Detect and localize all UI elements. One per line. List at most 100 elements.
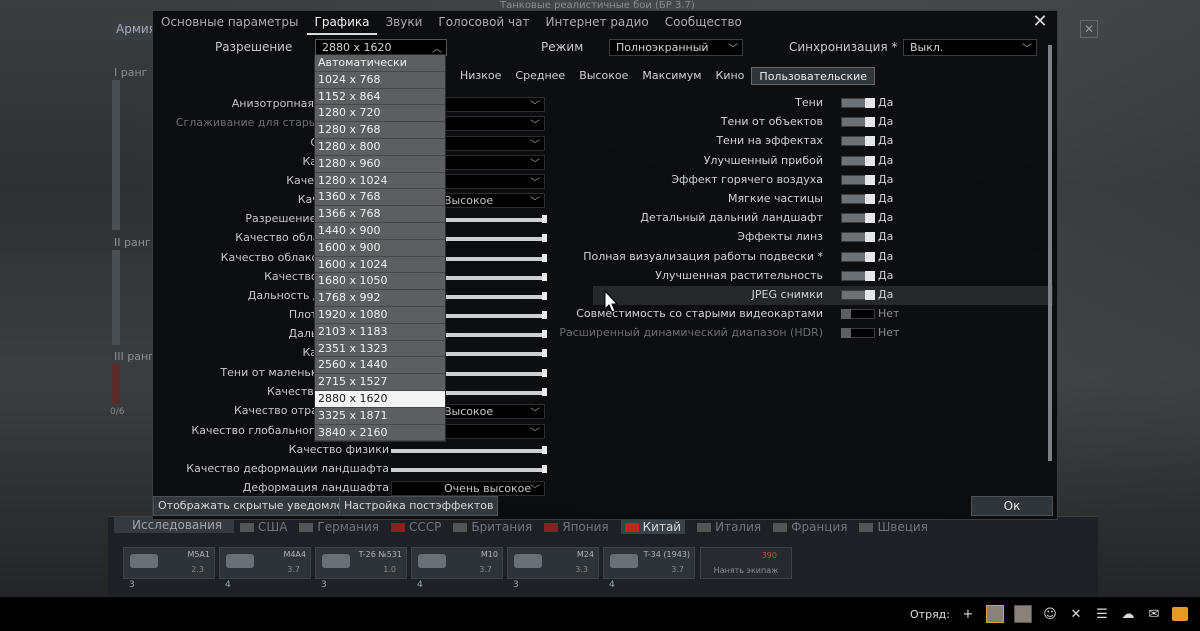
toggle-switch[interactable] — [841, 232, 875, 243]
toggle-switch[interactable] — [841, 213, 875, 224]
scrollbar[interactable] — [1048, 45, 1052, 461]
slider-handle[interactable] — [542, 330, 547, 338]
resolution-option[interactable]: Автоматически — [315, 55, 445, 72]
nation-tab-japan[interactable]: Япония — [544, 520, 609, 534]
slider-handle[interactable] — [542, 311, 547, 319]
resolution-option[interactable]: 2880 x 1620 — [315, 390, 445, 408]
chat-icon[interactable]: ✉ — [1146, 606, 1162, 622]
resolution-option[interactable]: 1280 x 800 — [315, 139, 445, 156]
tab-3[interactable]: Голосовой чат — [430, 11, 537, 35]
preset-3[interactable]: Максимум — [635, 67, 708, 85]
resolution-option[interactable]: 1600 x 1024 — [315, 257, 445, 274]
toggle-row[interactable]: Эффект горячего воздуха Да — [593, 171, 1053, 190]
slider-handle[interactable] — [542, 215, 547, 223]
resolution-option[interactable]: 1280 x 960 — [315, 156, 445, 173]
vehicle-slot[interactable]: T-34 (1943) 3.7 — [603, 547, 695, 579]
vsync-select[interactable]: Выкл. ﹀ — [903, 39, 1037, 56]
nation-tab-france[interactable]: Франция — [773, 520, 847, 534]
close-icon[interactable]: ✕ — [1031, 13, 1049, 31]
resolution-option[interactable]: 1280 x 768 — [315, 122, 445, 139]
toggle-row[interactable]: Эффекты линз Да — [593, 228, 1053, 247]
resolution-option[interactable]: 1680 x 1050 — [315, 273, 445, 291]
resolution-option[interactable]: 3840 x 2160 — [315, 425, 445, 442]
army-tab[interactable]: Армия — [112, 18, 156, 40]
preset-4[interactable]: Кино — [709, 67, 752, 85]
toggle-switch[interactable] — [841, 251, 875, 262]
toggle-row[interactable]: JPEG снимки Да — [593, 286, 1053, 305]
nation-tab-usa[interactable]: США — [240, 520, 287, 534]
tab-0[interactable]: Основные параметры — [153, 11, 307, 35]
slider-handle[interactable] — [542, 446, 547, 454]
toggle-switch[interactable] — [841, 174, 875, 185]
toggle-row[interactable]: Детальный дальний ландшафт Да — [593, 209, 1053, 228]
toggle-switch[interactable] — [841, 98, 875, 108]
toggle-row[interactable]: Расширенный динамический диапазон (HDR) Н… — [559, 324, 1053, 343]
resolution-option[interactable]: 1152 x 864 — [315, 89, 445, 106]
show-hidden-notifications-button[interactable]: Отображать скрытые уведомления — [153, 496, 370, 516]
setting-select[interactable]: Очень высокое ﹀ — [391, 481, 545, 496]
resolution-option[interactable]: 1440 x 900 — [315, 223, 445, 240]
toggle-row[interactable]: Тени Да — [593, 94, 1053, 113]
nation-tab-china[interactable]: Китай — [620, 520, 686, 534]
mode-select[interactable]: Полноэкранный ﹀ — [609, 39, 743, 56]
slider-handle[interactable] — [542, 254, 547, 262]
ok-button[interactable]: Ок — [971, 496, 1053, 516]
nation-tab-britain[interactable]: Британия — [453, 520, 532, 534]
toggle-row[interactable]: Мягкие частицы Да — [593, 190, 1053, 209]
resolution-option[interactable]: 1280 x 1024 — [315, 173, 445, 190]
resolution-option[interactable]: 2103 x 1183 — [315, 324, 445, 341]
add-squad-icon[interactable]: + — [960, 606, 976, 622]
toggle-switch[interactable] — [841, 290, 875, 300]
toggle-row[interactable]: Тени на эффектах Да — [593, 132, 1053, 151]
setting-slider[interactable] — [391, 465, 547, 473]
resolution-option[interactable]: 1600 x 900 — [315, 240, 445, 257]
background-close-icon[interactable]: ✕ — [1080, 20, 1098, 38]
setting-slider[interactable] — [391, 446, 547, 454]
cloud-icon[interactable]: ☁ — [1120, 606, 1136, 622]
nation-tab-sweden[interactable]: Швеция — [859, 520, 928, 534]
friends-icon[interactable]: ☺ — [1042, 606, 1058, 622]
slider-handle[interactable] — [542, 388, 547, 396]
preset-0[interactable]: Низкое — [453, 67, 508, 85]
toggle-row[interactable]: Улучшенная растительность Да — [593, 267, 1053, 286]
toggle-switch[interactable] — [841, 194, 875, 204]
resolution-option[interactable]: 2715 x 1527 — [315, 374, 445, 391]
resolution-option[interactable]: 1024 x 768 — [315, 72, 445, 89]
nation-tab-germany[interactable]: Германия — [299, 520, 379, 534]
toggle-switch[interactable] — [841, 155, 875, 166]
resolution-option[interactable]: 3325 x 1871 — [315, 408, 445, 425]
resolution-option[interactable]: 2351 x 1323 — [315, 341, 445, 358]
postfx-settings-button[interactable]: Настройка постэффектов — [339, 496, 499, 516]
close-squad-icon[interactable]: ✕ — [1068, 606, 1084, 622]
resolution-option[interactable]: 1366 x 768 — [315, 206, 445, 223]
hire-crew-slot[interactable]: 390 Нанять экипаж — [700, 547, 792, 579]
preset-2[interactable]: Высокое — [572, 67, 635, 85]
toggle-switch[interactable] — [841, 117, 875, 128]
resolution-option[interactable]: 1768 x 992 — [315, 290, 445, 307]
toggle-row[interactable]: Тени от объектов Да — [593, 113, 1053, 132]
slider-handle[interactable] — [542, 349, 547, 357]
toggle-row[interactable]: Совместимость со старыми видеокартами Нет — [576, 305, 1053, 324]
nation-tab-italy[interactable]: Италия — [697, 520, 761, 534]
slider-handle[interactable] — [542, 234, 547, 242]
slider-handle[interactable] — [542, 273, 547, 281]
toggle-row[interactable]: Улучшенный прибой Да — [593, 152, 1053, 171]
resolution-option[interactable]: 1360 x 768 — [315, 189, 445, 207]
slider-handle[interactable] — [542, 369, 547, 377]
tab-4[interactable]: Интернет радио — [537, 11, 656, 35]
slider-handle[interactable] — [542, 292, 547, 300]
resolution-option[interactable]: 1280 x 720 — [315, 105, 445, 123]
mail-icon[interactable] — [1172, 607, 1188, 621]
vehicle-slot[interactable]: M10 3.7 — [411, 547, 503, 579]
squad-member-avatar[interactable] — [1014, 605, 1032, 623]
slider-handle[interactable] — [542, 465, 547, 473]
tab-2[interactable]: Звуки — [377, 11, 430, 35]
toggle-switch[interactable] — [841, 136, 875, 147]
avatar[interactable] — [986, 605, 1004, 623]
vehicle-slot[interactable]: M5A1 2.3 — [123, 547, 215, 579]
vehicle-slot[interactable]: T-26 №531 1.0 — [315, 547, 407, 579]
preset-1[interactable]: Среднее — [508, 67, 572, 85]
tab-5[interactable]: Сообщество — [657, 11, 750, 35]
toggle-row[interactable]: Полная визуализация работы подвески * Да — [583, 248, 1053, 267]
nation-tab-ussr[interactable]: СССР — [391, 520, 441, 534]
